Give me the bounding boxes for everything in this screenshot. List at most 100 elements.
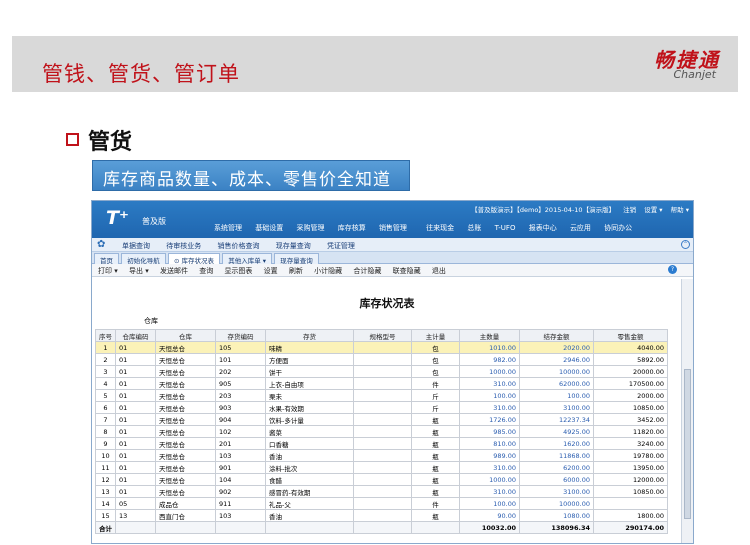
table-cell: 天恒总仓 [155,341,216,354]
column-header[interactable]: 零售金额 [593,329,668,342]
table-cell: 01 [115,485,156,498]
table-row[interactable]: 9 01 天恒总仓 201 口香糖 瓶 810.00 1620.00 3240.00 [95,437,668,450]
menu-purchase[interactable]: 采购管理 [296,223,324,233]
table-cell: 饼干 [265,365,354,378]
menu-report-center[interactable]: 报表中心 [529,223,557,233]
logout-link[interactable]: 注销 [623,206,636,214]
table-row[interactable]: 15 13 西直门仓 103 香油 瓶 90.00 1080.00 1800.00 [95,509,668,522]
table-row[interactable]: 10 01 天恒总仓 103 香油 瓶 989.00 11868.00 19780.00 [95,449,668,462]
table-row[interactable]: 14 05 成品仓 911 礼品-父 件 100.00 10000.00 [95,497,668,510]
table-row[interactable]: 2 01 天恒总仓 101 方便面 包 982.00 2946.00 5892.00 [95,353,668,366]
column-header[interactable]: 规格型号 [353,329,412,342]
table-cell: 6 [95,401,116,414]
query-button[interactable]: 查询 [199,267,213,275]
table-cell: 1080.00 [519,509,594,522]
table-cell: 3100.00 [519,485,594,498]
table-row[interactable]: 7 01 天恒总仓 904 饮料-多计量 瓶 1726.00 12237.34 3452.00 [95,413,668,426]
tab-bar: 首页 初始化导航 ⊙ 库存状况表 其他入库单 ▾ 现存量查询 [92,252,693,265]
table-cell: 斤 [411,401,460,414]
table-cell [353,497,412,510]
inventory-table: 序号 仓库编码 仓库 存货编码 存货 规格型号 主计量 主数量 结存金额 零售金额 1 01 天恒总仓… [95,329,668,534]
table-cell: 2000.00 [593,389,668,402]
table-row[interactable]: 1 01 天恒总仓 105 味精 包 1010.00 2020.00 4040.00 [95,341,668,354]
table-cell: 天恒总仓 [155,353,216,366]
table-cell: 904 [215,413,266,426]
column-header[interactable]: 存货 [265,329,354,342]
table-row[interactable]: 13 01 天恒总仓 902 感冒药-有效期 瓶 310.00 3100.00 10850.00 [95,485,668,498]
hide-linked-button[interactable]: 联查隐藏 [393,267,421,275]
table-cell: 瓶 [411,413,460,426]
gear-icon[interactable]: ✿ [97,239,105,250]
vertical-scrollbar[interactable] [681,279,693,543]
settings-button[interactable]: 设置 [264,267,278,275]
collapse-icon[interactable]: ⌃ [681,240,690,249]
column-header[interactable]: 仓库编码 [115,329,156,342]
main-menu: 系统管理 基础设置 采购管理 库存核算 销售管理 往来现金 总账 T-UFO 报… [214,223,643,233]
tab-init-guide[interactable]: 初始化导航 [121,253,166,265]
nav-pending-review[interactable]: 待审核业务 [166,242,201,250]
tab-other-receipt[interactable]: 其他入库单 ▾ [222,253,273,265]
chanjet-logo-en: Chanjet [673,68,716,81]
scrollbar-thumb[interactable] [684,369,691,519]
hide-subtotal-button[interactable]: 小计隐藏 [314,267,342,275]
table-row[interactable]: 3 01 天恒总仓 202 饼干 包 1000.00 10000.00 20000.00 [95,365,668,378]
menu-basic-settings[interactable]: 基础设置 [255,223,283,233]
table-row[interactable]: 11 01 天恒总仓 901 涂料-批次 瓶 310.00 6200.00 13950.00 [95,461,668,474]
total-row: 合计 10032.00 138096.34 290174.00 [95,521,668,534]
settings-menu[interactable]: 设置 ▾ [644,206,662,214]
column-header[interactable]: 主计量 [411,329,460,342]
table-cell: 香油 [265,509,354,522]
tab-inventory-status[interactable]: ⊙ 库存状况表 [167,253,220,265]
table-cell: 涂料-批次 [265,461,354,474]
column-header[interactable]: 存货编码 [215,329,266,342]
column-header[interactable]: 主数量 [459,329,520,342]
table-cell: 天恒总仓 [155,449,216,462]
refresh-button[interactable]: 刷新 [289,267,303,275]
help-icon[interactable]: ? [668,265,677,274]
table-cell: 3 [95,365,116,378]
hide-total-button[interactable]: 合计隐藏 [353,267,381,275]
nav-voucher-management[interactable]: 凭证管理 [327,242,355,250]
table-cell: 01 [115,413,156,426]
menu-cloud-apps[interactable]: 云应用 [570,223,591,233]
column-header[interactable]: 序号 [95,329,116,342]
menu-cash[interactable]: 往来现金 [426,223,454,233]
table-cell: 10000.00 [519,365,594,378]
table-row[interactable]: 8 01 天恒总仓 102 酱菜 瓶 985.00 4925.00 11820.00 [95,425,668,438]
nav-sales-price-query[interactable]: 销售价格查询 [217,242,259,250]
table-cell: 202 [215,365,266,378]
show-chart-button[interactable]: 显示图表 [224,267,252,275]
total-retail: 290174.00 [593,521,668,534]
menu-collaboration[interactable]: 协同办公 [604,223,632,233]
tab-stock-query[interactable]: 现存量查询 [274,253,319,265]
total-qty: 10032.00 [459,521,520,534]
table-row[interactable]: 6 01 天恒总仓 903 水果-有效期 斤 310.00 3100.00 10850.00 [95,401,668,414]
tab-home[interactable]: 首页 [94,253,119,265]
column-header[interactable]: 结存金额 [519,329,594,342]
menu-ledger[interactable]: 总账 [467,223,481,233]
menu-inventory[interactable]: 库存核算 [338,223,366,233]
nav-document-query[interactable]: 单据查询 [122,242,150,250]
table-row[interactable]: 12 01 天恒总仓 104 食醋 瓶 1000.00 6000.00 12000.00 [95,473,668,486]
table-cell [353,401,412,414]
table-cell: 4040.00 [593,341,668,354]
menu-t-ufo[interactable]: T-UFO [495,224,516,232]
menu-sales[interactable]: 销售管理 [379,223,407,233]
table-cell: 104 [215,473,266,486]
table-cell [353,425,412,438]
menu-system-admin[interactable]: 系统管理 [214,223,242,233]
send-email-button[interactable]: 发送邮件 [160,267,188,275]
table-cell: 810.00 [459,437,520,450]
table-header-row: 序号 仓库编码 仓库 存货编码 存货 规格型号 主计量 主数量 结存金额 零售金额 [95,329,668,342]
total-label: 合计 [95,521,116,534]
print-button[interactable]: 打印 ▾ [98,267,118,275]
column-header[interactable]: 仓库 [155,329,216,342]
nav-stock-query[interactable]: 现存量查询 [276,242,311,250]
table-cell: 感冒药-有效期 [265,485,354,498]
export-button[interactable]: 导出 ▾ [129,267,149,275]
table-row[interactable]: 5 01 天恒总仓 203 栗未斤 100.00 100.00 2000.00 [95,389,668,402]
table-cell: 01 [115,353,156,366]
help-menu[interactable]: 帮助 ▾ [671,206,689,214]
table-row[interactable]: 4 01 天恒总仓 905 上衣-自由项 件 310.00 62000.00 170500.00 [95,377,668,390]
exit-button[interactable]: 退出 [432,267,446,275]
